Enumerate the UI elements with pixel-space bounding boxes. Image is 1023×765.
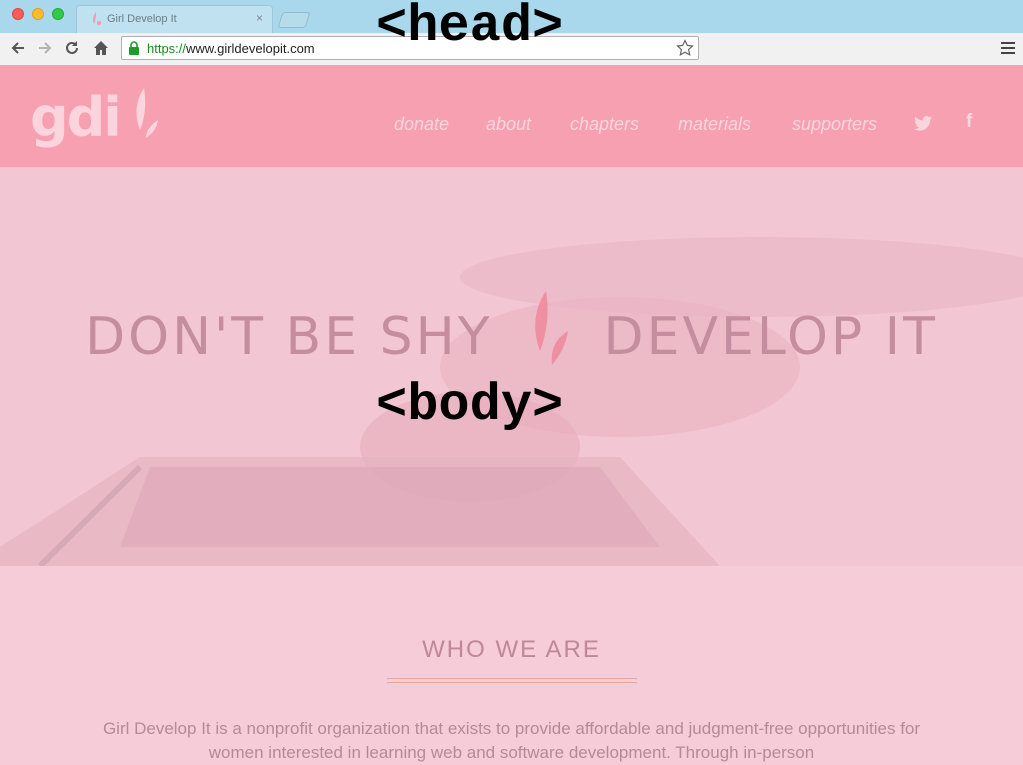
nav-supporters[interactable]: supporters (792, 114, 877, 135)
browser-tab[interactable]: Girl Develop It × (76, 5, 273, 33)
url-text: https://www.girldevelopit.com (147, 41, 315, 56)
url-scheme: https:// (147, 41, 187, 56)
gdi-drop-icon (524, 291, 572, 382)
url-host: www.girldevelopit.com (186, 41, 315, 56)
section-divider (387, 678, 637, 683)
window-maximize-button[interactable] (52, 8, 64, 20)
section-text: Girl Develop It is a nonprofit organizat… (102, 719, 921, 762)
lock-icon (128, 41, 140, 60)
forward-arrow-icon[interactable] (36, 39, 54, 62)
facebook-icon[interactable]: f (966, 111, 972, 133)
new-tab-button[interactable] (277, 12, 311, 28)
head-overlay-label: <head> (376, 0, 564, 56)
nav-about[interactable]: about (486, 114, 531, 135)
gdi-logo[interactable]: gdi (30, 86, 170, 149)
tab-close-icon[interactable]: × (256, 11, 263, 25)
hero-headline: DON'T BE SHY DEVELOP IT (0, 291, 1023, 382)
body-overlay-label: <body> (376, 376, 564, 435)
nav-chapters[interactable]: chapters (570, 114, 639, 135)
logo-drop-icon (132, 88, 162, 153)
hero-section: DON'T BE SHY DEVELOP IT (0, 167, 1023, 566)
browser-menu-icon[interactable] (1001, 41, 1015, 60)
logo-text: gdi (30, 86, 122, 149)
back-arrow-icon[interactable] (9, 39, 27, 62)
window-close-button[interactable] (12, 8, 24, 20)
home-icon[interactable] (92, 39, 110, 62)
who-we-are-section: WHO WE ARE Girl Develop It is a nonprofi… (0, 566, 1023, 762)
hero-headline-right: DEVELOP IT (603, 306, 938, 367)
tab-title: Girl Develop It (107, 13, 177, 25)
reload-icon[interactable] (63, 39, 81, 62)
section-title: WHO WE ARE (422, 636, 601, 663)
gdi-favicon-icon (90, 12, 102, 31)
nav-materials[interactable]: materials (678, 114, 751, 135)
nav-donate[interactable]: donate (394, 114, 449, 135)
hero-headline-left: DON'T BE SHY (85, 306, 493, 367)
twitter-icon[interactable] (914, 116, 932, 136)
window-minimize-button[interactable] (32, 8, 44, 20)
site-header: gdi donate about chapters materials supp… (0, 66, 1023, 167)
bookmark-star-icon[interactable] (676, 39, 694, 62)
